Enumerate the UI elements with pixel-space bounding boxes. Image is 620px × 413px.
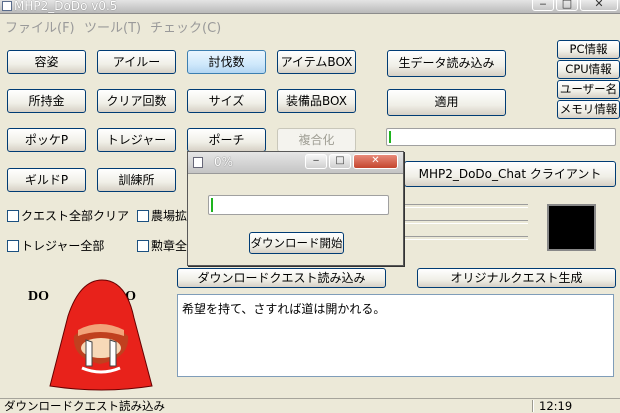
main-progress-fill [389, 131, 391, 143]
guild-points-button[interactable]: ギルドP [7, 168, 86, 192]
separator-line [404, 236, 528, 240]
main-window: MHP2_DoDo v0.5 ‒ □ ✕ ファイル(F) ツール(T) チェック… [0, 0, 620, 413]
title-bar: MHP2_DoDo v0.5 ‒ □ ✕ [0, 0, 620, 14]
menu-file[interactable]: ファイル(F) [5, 17, 75, 36]
app-icon [2, 1, 12, 11]
cpu-info-button[interactable]: CPU情報 [557, 60, 620, 79]
training-button[interactable]: 訓練所 [97, 168, 176, 192]
maximize-button[interactable]: □ [556, 0, 578, 11]
checkbox-label: トレジャー全部 [21, 239, 105, 253]
item-box-button[interactable]: アイテムBOX [277, 50, 356, 74]
dialog-progress-bar [208, 195, 389, 215]
dialog-maximize-button[interactable]: □ [329, 154, 351, 169]
checkbox-all-treasure[interactable]: トレジャー全部 [7, 238, 104, 254]
status-bar: ダウンロードクエスト読み込み 12:19 [0, 398, 620, 413]
chat-client-button[interactable]: MHP2_DoDo_Chat クライアント [404, 161, 616, 187]
airou-button[interactable]: アイルー [97, 50, 176, 74]
status-text: ダウンロードクエスト読み込み [4, 399, 165, 413]
pokke-points-button[interactable]: ポッケP [7, 128, 86, 152]
checkbox-all-medals[interactable]: 勲章全 [137, 238, 187, 254]
menu-check[interactable]: チェック(C) [150, 17, 221, 36]
dialog-minimize-button[interactable]: ‒ [305, 154, 327, 169]
message-box[interactable]: 希望を持て、さすれば道は開かれる。 [177, 294, 614, 377]
preview-box [547, 204, 596, 251]
checkbox-box[interactable] [7, 240, 19, 252]
close-button[interactable]: ✕ [580, 0, 618, 11]
pc-info-button[interactable]: PC情報 [557, 40, 620, 59]
equipment-box-button[interactable]: 装備品BOX [277, 89, 356, 113]
menu-tools[interactable]: ツール(T) [84, 17, 141, 36]
menu-bar: ファイル(F) ツール(T) チェック(C) [0, 14, 620, 36]
dialog-progress-fill [211, 198, 213, 212]
status-time: 12:19 [539, 399, 573, 413]
load-raw-data-button[interactable]: 生データ読み込み [387, 50, 506, 77]
main-progress-bar [386, 128, 616, 146]
clear-count-button[interactable]: クリア回数 [97, 89, 176, 113]
money-button[interactable]: 所持金 [7, 89, 86, 113]
dialog-title-bar: 0% ‒ □ ✕ [188, 152, 403, 174]
hunt-count-button[interactable]: 討伐数 [187, 50, 266, 74]
username-button[interactable]: ユーザー名 [557, 80, 620, 99]
window-title: MHP2_DoDo v0.5 [14, 0, 118, 13]
size-button[interactable]: サイズ [187, 89, 266, 113]
checkbox-farm-expand[interactable]: 農場拡 [137, 208, 187, 224]
memory-info-button[interactable]: メモリ情報 [557, 100, 620, 119]
download-dialog: 0% ‒ □ ✕ ダウンロード開始 [187, 151, 404, 266]
message-text: 希望を持て、さすれば道は開かれる。 [182, 302, 386, 316]
checkbox-label: クエスト全部クリア [21, 209, 130, 223]
status-separator [532, 400, 534, 412]
dialog-title: 0% [214, 155, 234, 169]
appearance-button[interactable]: 容姿 [7, 50, 86, 74]
checkbox-box[interactable] [137, 240, 149, 252]
separator-line [404, 204, 528, 208]
original-quest-button[interactable]: オリジナルクエスト生成 [417, 268, 616, 288]
composite-button[interactable]: 複合化 [277, 128, 356, 152]
checkbox-label: 農場拡 [151, 209, 188, 223]
checkbox-box[interactable] [137, 210, 149, 222]
minimize-button[interactable]: ‒ [532, 0, 554, 11]
start-download-button[interactable]: ダウンロード開始 [249, 232, 344, 254]
treasure-button[interactable]: トレジャー [97, 128, 176, 152]
separator-line [404, 220, 528, 224]
pouch-button[interactable]: ポーチ [187, 128, 266, 152]
dialog-icon [193, 157, 203, 168]
checkbox-all-quest-clear[interactable]: クエスト全部クリア [7, 208, 129, 224]
dialog-close-button[interactable]: ✕ [353, 154, 398, 169]
checkbox-label: 勲章全 [151, 239, 188, 253]
download-quest-load-button[interactable]: ダウンロードクエスト読み込み [177, 268, 386, 288]
mascot-image [49, 279, 153, 391]
checkbox-box[interactable] [7, 210, 19, 222]
apply-button[interactable]: 適用 [387, 89, 506, 116]
